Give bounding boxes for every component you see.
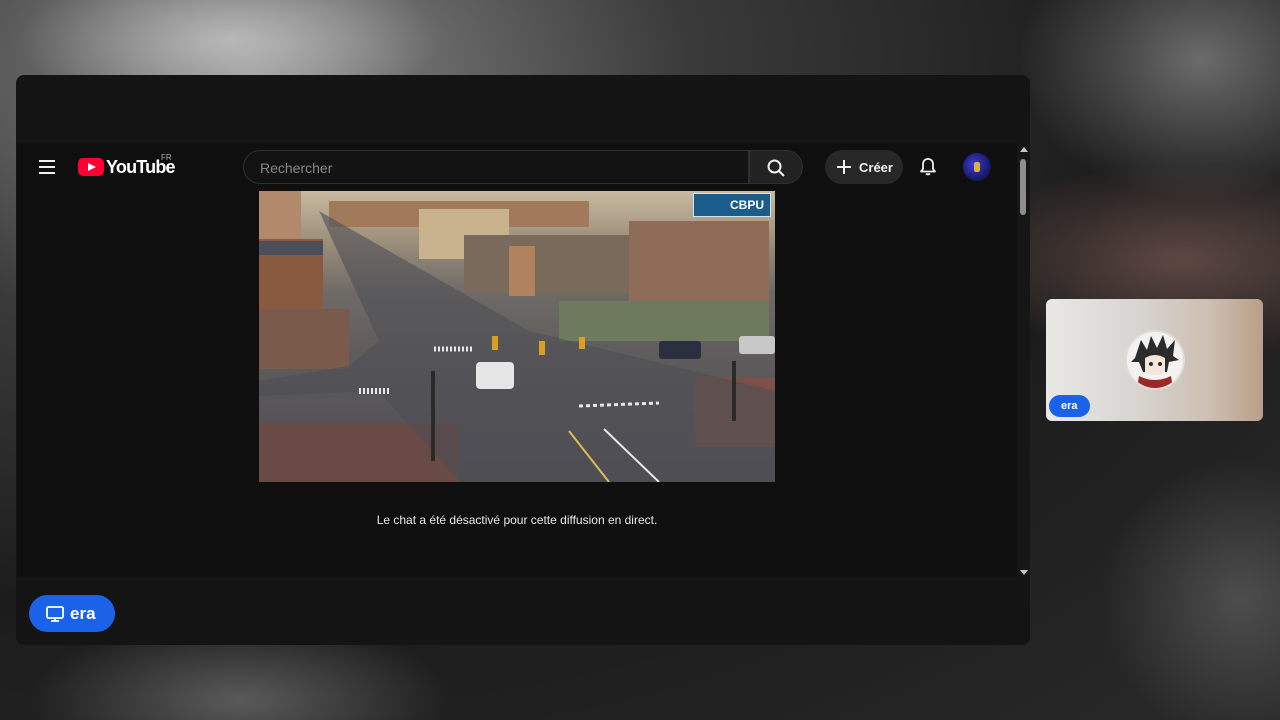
video-corner-logo-text: CBPU (729, 198, 764, 212)
scroll-up-arrow-icon[interactable] (1020, 147, 1028, 152)
video-player[interactable]: CBPU (259, 191, 775, 482)
scrollbar-thumb[interactable] (1020, 159, 1026, 215)
chat-disabled-message: Le chat a été désactivé pour cette diffu… (376, 513, 658, 527)
participant-name: era (1049, 395, 1090, 417)
search-icon (767, 159, 785, 177)
youtube-play-icon (78, 158, 104, 176)
presenter-name: era (70, 603, 96, 623)
plus-icon (837, 160, 851, 174)
participant-tile[interactable]: era (1046, 299, 1263, 421)
youtube-header: YouTube FR Créer (17, 143, 1017, 191)
menu-icon[interactable] (39, 160, 55, 174)
shared-youtube-page: YouTube FR Créer (17, 143, 1017, 577)
scroll-down-arrow-icon[interactable] (1020, 570, 1028, 575)
country-code: FR (161, 153, 172, 162)
present-screen-icon (46, 605, 64, 622)
scrollbar[interactable] (1017, 143, 1030, 577)
create-button[interactable]: Créer (825, 150, 903, 184)
video-scene-road (259, 211, 775, 482)
account-avatar[interactable] (963, 153, 991, 181)
video-corner-logo: CBPU (693, 193, 771, 217)
bell-icon[interactable] (918, 157, 938, 177)
participant-avatar (1125, 330, 1185, 390)
anime-avatar-image (1131, 335, 1179, 388)
create-label: Créer (859, 159, 893, 175)
search-button[interactable] (749, 150, 803, 184)
presenter-chip[interactable]: era (29, 595, 115, 632)
search-box (243, 150, 749, 185)
search-input[interactable] (258, 151, 742, 185)
